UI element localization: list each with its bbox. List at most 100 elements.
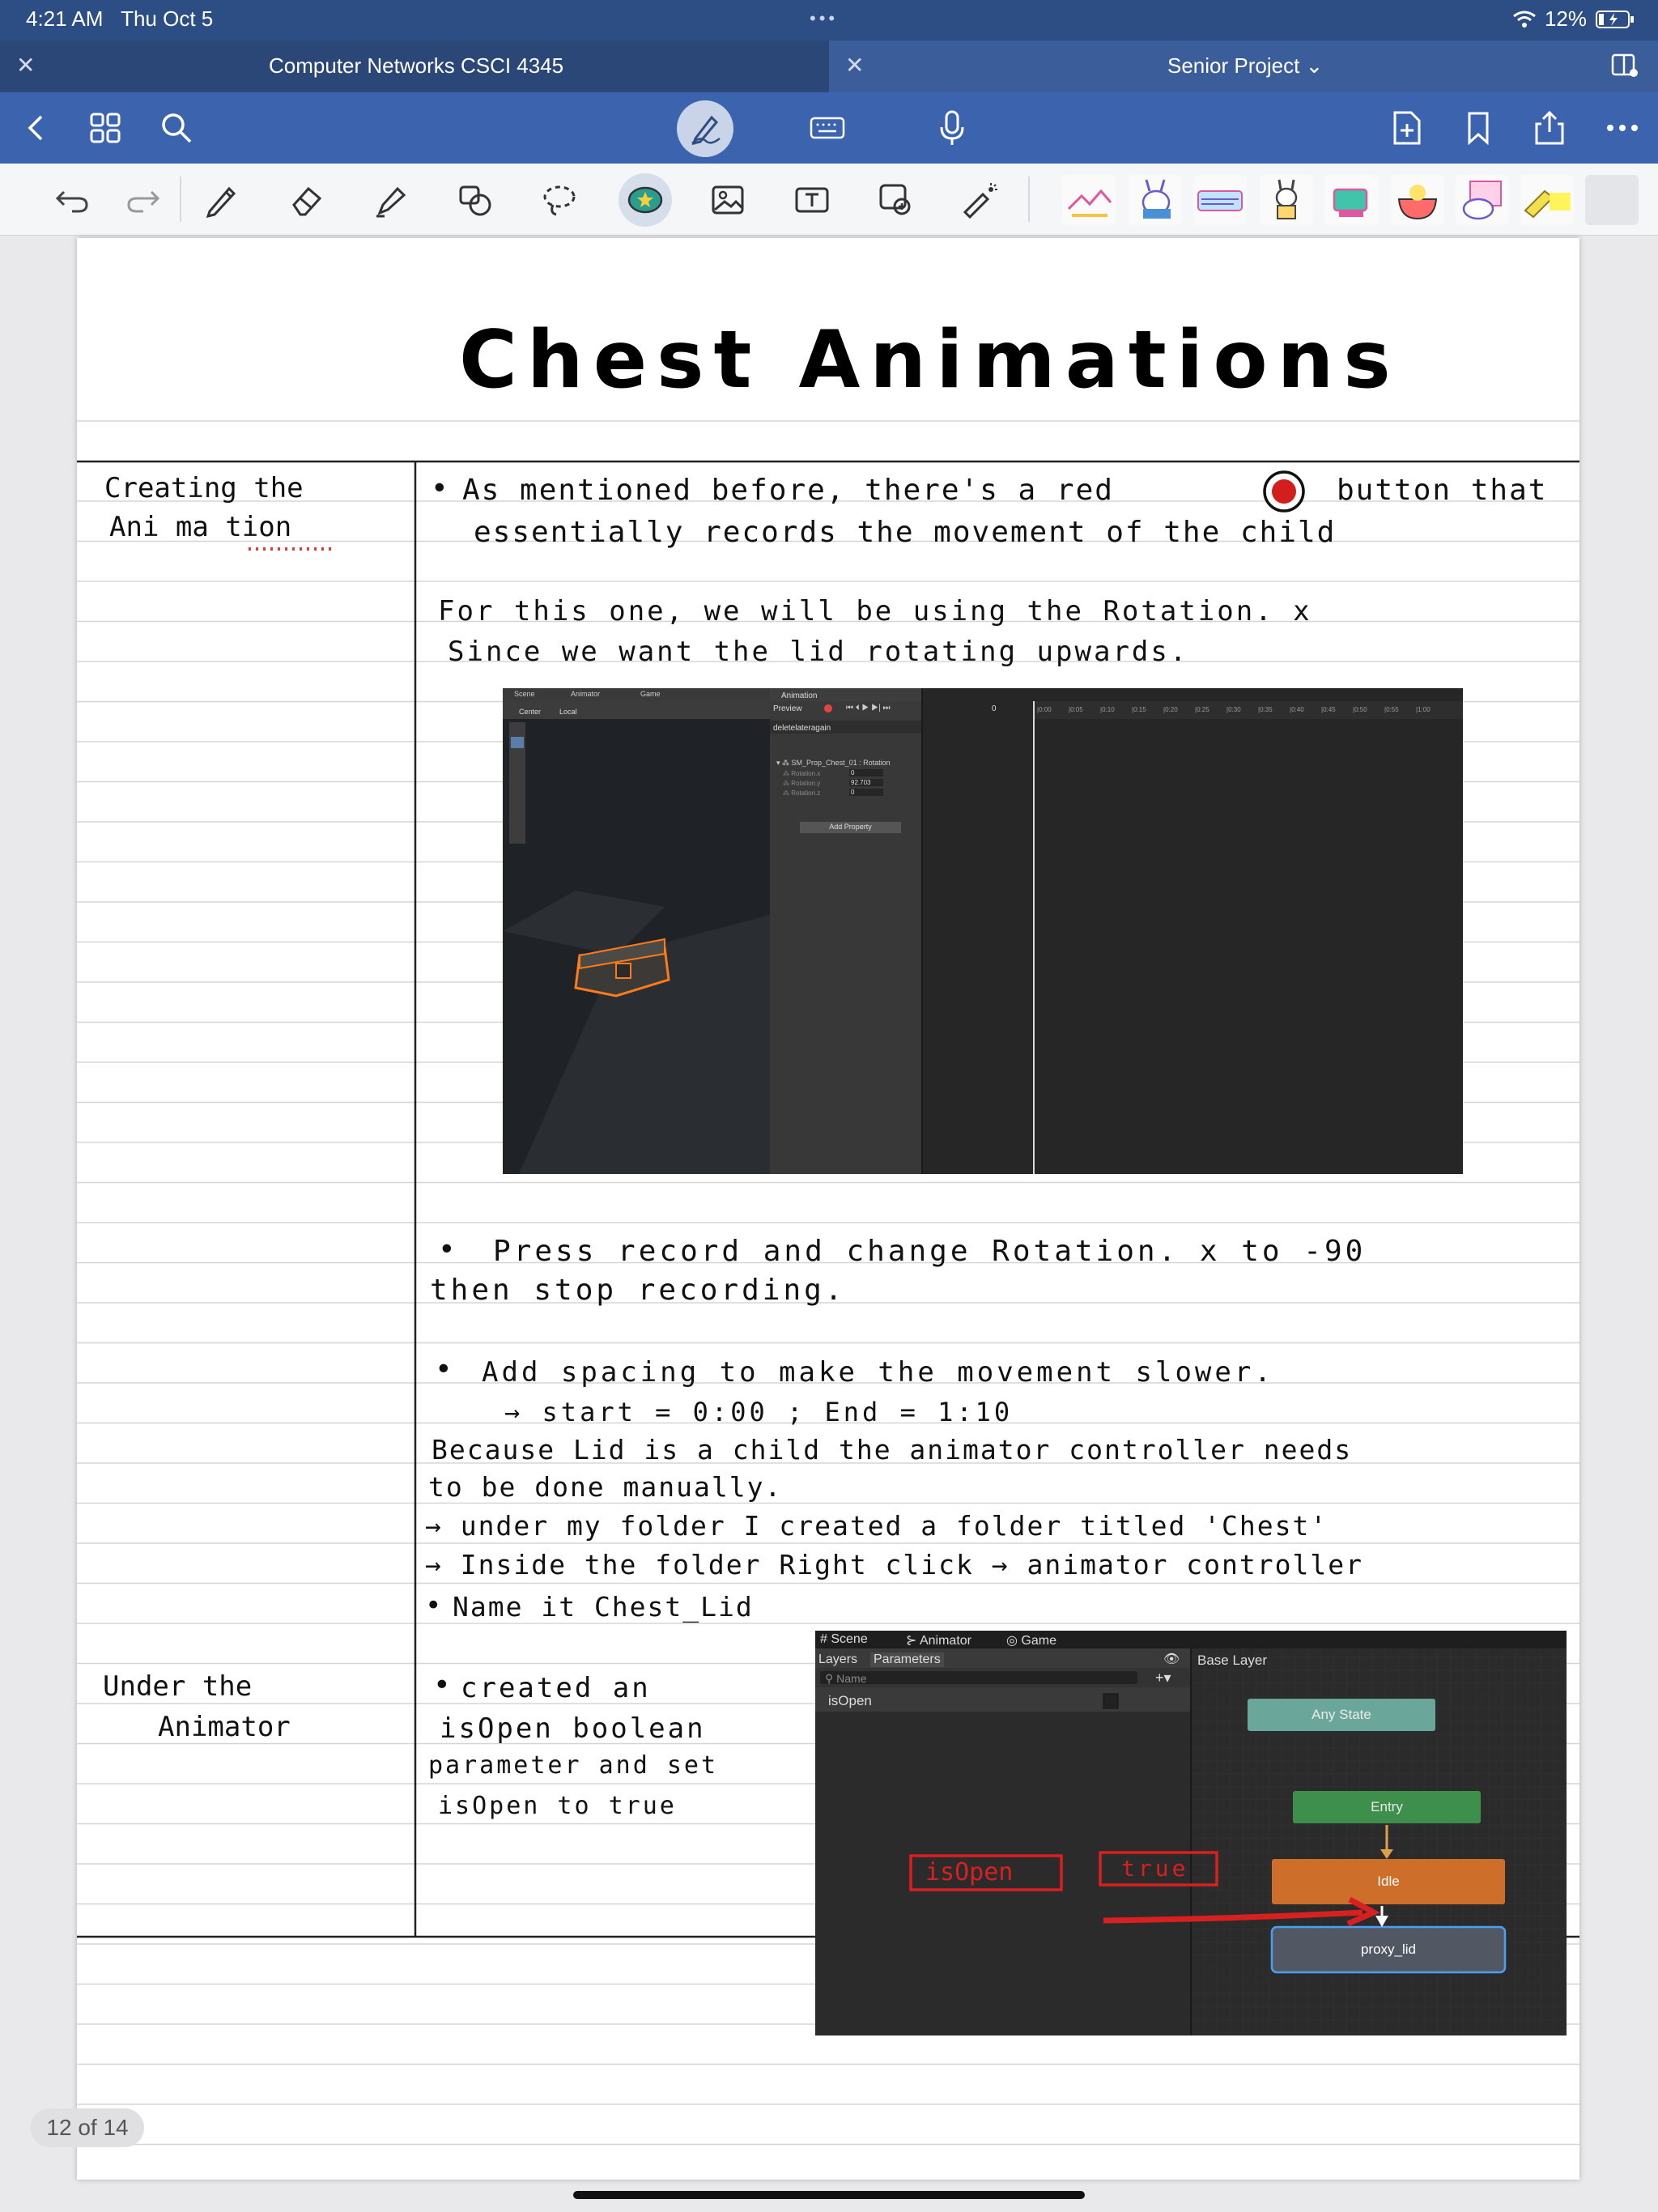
battery-icon <box>1596 10 1634 28</box>
bullet-dot: • <box>438 1233 456 1266</box>
timeline-tick: |0:10 <box>1100 706 1115 713</box>
sticker-slot[interactable] <box>1260 175 1313 225</box>
center-dropdown: Center <box>519 708 542 716</box>
bullet-dot: • <box>433 1669 451 1702</box>
status-bar: 4:21 AM Thu Oct 5 ••• 12% <box>0 0 1658 40</box>
bookmark-icon[interactable] <box>1454 104 1503 152</box>
clip-name: deletelateragain <box>773 724 831 733</box>
sticker-icon[interactable] <box>619 173 672 227</box>
notebook-page[interactable]: Chest Animations Creating the Ani ma tio… <box>77 238 1579 2180</box>
note-p7-line4: isOpen to true <box>438 1792 677 1820</box>
note-p4-line1: Add spacing to make the movement slower. <box>482 1356 1274 1389</box>
text-icon[interactable] <box>790 178 834 222</box>
sticker-slot[interactable] <box>1129 175 1182 225</box>
preview-label: Preview <box>773 704 802 713</box>
cue-creating-line2: Ani ma tion <box>109 511 292 543</box>
note-p7-line3: parameter and set <box>428 1751 719 1780</box>
search-icon[interactable] <box>152 104 201 152</box>
highlighter-icon[interactable] <box>369 178 413 222</box>
sticker-slot[interactable] <box>1456 175 1509 225</box>
parameters-tab: Parameters <box>870 1653 944 1667</box>
cue-animator-line1: Under the <box>103 1670 253 1703</box>
shot2-tab: ⊱ Animator <box>906 1634 971 1648</box>
eye-icon: 👁 <box>1163 1653 1180 1666</box>
page-indicator[interactable]: 12 of 14 <box>31 2108 144 2147</box>
timeline-tick: |0:35 <box>1258 706 1273 713</box>
laser-pointer-icon[interactable] <box>959 178 1002 222</box>
bullet-dot: • <box>435 1353 453 1386</box>
sticker-slot-empty[interactable] <box>1585 175 1639 225</box>
add-parameter-button: +▾ <box>1155 1670 1171 1686</box>
microphone-icon[interactable] <box>928 104 976 152</box>
lasso-icon[interactable] <box>538 178 581 222</box>
property-name: ⁂ Rotation.y <box>783 780 821 787</box>
tab-senior-project[interactable]: ✕ Senior Project ⌄ <box>829 40 1658 92</box>
eraser-icon[interactable] <box>285 178 329 222</box>
bullet-dot: • <box>431 472 449 505</box>
close-tab-icon[interactable]: ✕ <box>16 52 35 79</box>
status-time: 4:21 AM Thu Oct 5 <box>26 6 214 31</box>
note-p3-line2: then stop recording. <box>430 1274 846 1307</box>
timeline-tick: |0:45 <box>1321 706 1336 713</box>
redo-icon[interactable] <box>121 178 165 222</box>
page-title: Chest Animations <box>459 314 1401 406</box>
annotation-isopen: isOpen <box>925 1858 1014 1887</box>
record-button-icon <box>1263 470 1305 513</box>
pen-mode-icon[interactable] <box>677 100 733 157</box>
timeline-tick: |0:55 <box>1384 706 1399 713</box>
sticker-slot[interactable] <box>1324 175 1378 225</box>
toolbar-divider <box>1028 177 1030 222</box>
more-icon[interactable] <box>1598 104 1647 152</box>
frame-field: 0 <box>992 704 997 713</box>
toolbar-divider <box>180 177 181 222</box>
tab-bar: ✕ Computer Networks CSCI 4345 ✕ Senior P… <box>0 40 1658 92</box>
property-value: 0 <box>849 789 883 796</box>
add-property-button: Add Property <box>829 823 872 831</box>
property-name: ⁂ Rotation.x <box>783 770 821 777</box>
undo-icon[interactable] <box>50 178 94 222</box>
node-proxy-lid: proxy_lid <box>1360 1942 1417 1957</box>
grid-icon[interactable] <box>81 104 130 152</box>
spellcheck-underline <box>249 547 336 551</box>
back-icon[interactable] <box>11 104 60 152</box>
tab-computer-networks[interactable]: ✕ Computer Networks CSCI 4345 <box>0 40 829 92</box>
keyboard-icon[interactable] <box>803 104 852 152</box>
sticker-slot[interactable] <box>1391 175 1444 225</box>
sticker-slot[interactable] <box>1062 175 1116 225</box>
timeline-tick: |0:30 <box>1226 706 1241 713</box>
bullet-dot: • <box>425 1589 442 1622</box>
local-dropdown: Local <box>559 708 577 716</box>
tab-label: Computer Networks CSCI 4345 <box>269 53 564 78</box>
pen-icon[interactable] <box>199 178 243 222</box>
property-value: 0 <box>849 769 883 776</box>
home-indicator[interactable] <box>573 2191 1085 2199</box>
multitasking-dots[interactable]: ••• <box>810 8 838 29</box>
add-page-icon[interactable] <box>1383 104 1431 152</box>
shapes-icon[interactable] <box>453 178 497 222</box>
camera-icon[interactable] <box>874 178 918 222</box>
split-view-icon[interactable] <box>1611 53 1639 78</box>
shot2-tab: # Scene <box>820 1632 868 1646</box>
timeline-tick: |1:00 <box>1416 706 1431 713</box>
playback-controls: ⏮ ⏴ ▶ ▶| ⏭ <box>846 704 891 713</box>
cue-animator-line2: Animator <box>158 1711 291 1743</box>
note-p1-line2: essentially records the movement of the … <box>474 516 1337 549</box>
main-toolbar <box>0 92 1658 164</box>
timeline-tick: |0:05 <box>1069 706 1083 713</box>
wifi-icon <box>1513 11 1536 28</box>
sticker-slot[interactable] <box>1193 175 1247 225</box>
parameter-search: ⚲ Name <box>825 1672 867 1685</box>
property-value: 92.703 <box>849 779 883 786</box>
tools-toolbar <box>0 164 1658 236</box>
image-icon[interactable] <box>706 178 750 222</box>
timeline-tick: |0:40 <box>1290 706 1304 713</box>
animation-tab: Animation <box>781 691 818 700</box>
note-p1-line1: As mentioned before, there's a red <box>462 474 1114 507</box>
animator-window <box>815 1631 1567 2035</box>
share-icon[interactable] <box>1525 104 1574 152</box>
unity-animation-screenshot: Scene Animator Game Center Local Animation… <box>503 688 1463 1174</box>
close-tab-icon[interactable]: ✕ <box>845 52 864 79</box>
sticker-slot[interactable] <box>1520 175 1574 225</box>
note-p7-line1: created an <box>461 1672 651 1704</box>
note-p6-line1: → under my folder I created a folder tit… <box>425 1510 1329 1542</box>
